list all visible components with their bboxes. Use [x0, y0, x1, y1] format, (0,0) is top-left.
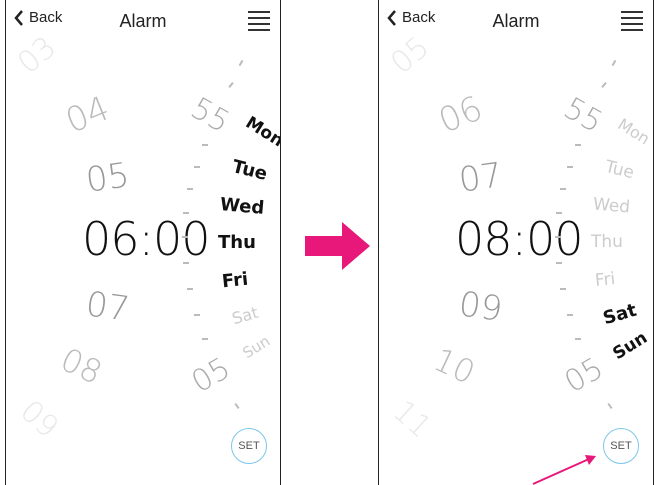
pointer-arrow-icon — [532, 455, 596, 485]
annotation-layer — [305, 222, 596, 485]
transition-arrow-icon — [305, 222, 370, 270]
